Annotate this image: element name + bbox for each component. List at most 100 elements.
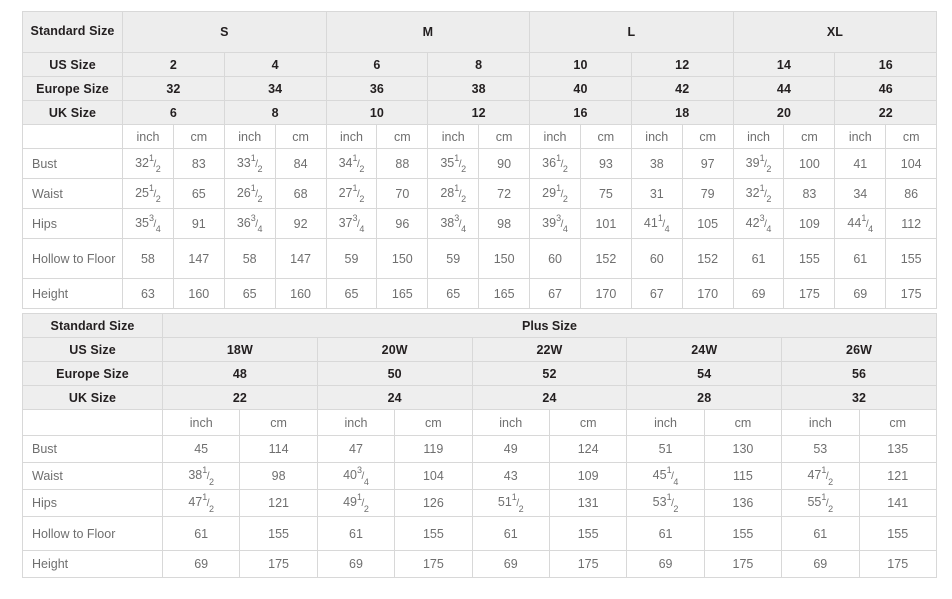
standard-measurement-value: 261/2	[223, 178, 276, 209]
standard-measurement-value: 61	[732, 238, 785, 279]
plus-row-label-us-size: US Size	[22, 337, 163, 362]
plus-measurement-value: 175	[703, 550, 783, 578]
plus-unit-header: cm	[858, 409, 937, 436]
plus-measurement-value: 119	[394, 435, 473, 463]
plus-measurement-row: Hips 471/2 121 491/2 126 511/2 131 531/2 136 551/…	[22, 489, 937, 517]
standard-measurement-value: 112	[885, 208, 938, 239]
standard-measurement-value: 251/2	[122, 178, 174, 209]
uk-size-value: 8	[223, 100, 327, 125]
standard-measurement-value: 152	[579, 238, 632, 279]
plus-measurement-value: 49	[471, 435, 550, 463]
plus-unit-header: cm	[703, 409, 783, 436]
plus-measurement-value: 175	[548, 550, 628, 578]
plus-measurement-value: 155	[548, 516, 628, 551]
plus-europe-size-value: 48	[162, 361, 318, 386]
standard-measurement-value: 83	[783, 178, 836, 209]
standard-measurement-row: Bust 321/2 83 331/2 84 341/2 88 351/2 90 361/2 93 3…	[22, 148, 938, 179]
standard-measurement-row: Hips 353/4 91 363/4 92 373/4 96 383/4 98 393/4 101…	[22, 208, 938, 239]
row-label-europe-size: Europe Size	[22, 76, 123, 101]
standard-measurement-row: Waist 251/2 65 261/2 68 271/2 70 281/2 72 291/2 75…	[22, 178, 938, 209]
plus-measurement-value: 51	[626, 435, 705, 463]
standard-measurement-value: 170	[681, 278, 734, 309]
standard-measurement-value: 83	[172, 148, 225, 179]
plus-measurement-label: Height	[22, 550, 163, 578]
plus-measurement-row: Waist 381/2 98 403/4 104 43 109 451/4 115 471/2 12…	[22, 462, 937, 490]
europe-size-value: 46	[834, 76, 938, 101]
plus-measurement-value: 175	[858, 550, 937, 578]
standard-measurement-value: 65	[223, 278, 276, 309]
standard-measurement-value: 391/2	[732, 148, 785, 179]
standard-measurement-value: 68	[274, 178, 327, 209]
us-size-value: 2	[122, 52, 225, 77]
uk-size-value: 6	[122, 100, 225, 125]
us-size-value: 4	[223, 52, 327, 77]
standard-measurement-value: 361/2	[529, 148, 581, 179]
standard-measurement-value: 93	[579, 148, 632, 179]
standard-measurement-label: Hollow to Floor	[22, 238, 123, 279]
us-size-row: US Size 2 4 6 8 10 12 14 16	[22, 52, 938, 77]
standard-size-group-row: Standard Size S M L XL	[22, 11, 938, 53]
standard-measurement-value: 331/2	[223, 148, 276, 179]
standard-measurement-value: 104	[885, 148, 938, 179]
standard-measurement-value: 38	[630, 148, 683, 179]
standard-measurement-label: Bust	[22, 148, 123, 179]
plus-measurement-value: 69	[626, 550, 705, 578]
standard-measurement-value: 341/2	[325, 148, 378, 179]
standard-measurement-value: 63	[122, 278, 174, 309]
plus-measurement-value: 45	[161, 435, 241, 463]
europe-size-value: 32	[122, 76, 225, 101]
standard-measurement-value: 65	[427, 278, 480, 309]
plus-us-size-value: 26W	[781, 337, 937, 362]
standard-measurement-value: 91	[172, 208, 225, 239]
europe-size-value: 42	[630, 76, 734, 101]
standard-measurement-value: 150	[478, 238, 531, 279]
plus-measurement-label: Hips	[22, 489, 163, 517]
standard-measurement-value: 160	[274, 278, 327, 309]
plus-measurement-value: 69	[471, 550, 550, 578]
plus-measurement-value: 155	[394, 516, 473, 551]
standard-measurement-value: 31	[630, 178, 683, 209]
standard-unit-header: cm	[376, 124, 429, 149]
plus-row-label-europe-size: Europe Size	[22, 361, 163, 386]
size-group-l: L	[529, 11, 734, 53]
standard-measurement-value: 61	[834, 238, 887, 279]
plus-us-size-value: 20W	[316, 337, 473, 362]
standard-measurement-value: 155	[885, 238, 938, 279]
plus-measurement-value: 130	[703, 435, 783, 463]
standard-unit-header: inch	[223, 124, 276, 149]
standard-measurement-value: 321/2	[732, 178, 785, 209]
plus-measurement-value: 491/2	[316, 489, 396, 517]
standard-unit-header: cm	[274, 124, 327, 149]
standard-measurement-value: 150	[376, 238, 429, 279]
size-group-m: M	[325, 11, 531, 53]
standard-unit-header: cm	[579, 124, 632, 149]
standard-measurement-value: 69	[732, 278, 785, 309]
standard-measurement-value: 98	[478, 208, 531, 239]
plus-measurement-value: 155	[239, 516, 318, 551]
plus-measurement-value: 121	[239, 489, 318, 517]
standard-measurement-value: 67	[630, 278, 683, 309]
plus-measurement-value: 471/2	[161, 489, 241, 517]
europe-size-value: 40	[529, 76, 632, 101]
plus-row-label-uk-size: UK Size	[22, 385, 163, 410]
standard-measurement-value: 100	[783, 148, 836, 179]
standard-measurement-value: 90	[478, 148, 531, 179]
plus-unit-header: inch	[781, 409, 860, 436]
us-size-value: 8	[427, 52, 531, 77]
europe-size-value: 34	[223, 76, 327, 101]
plus-unit-row: inch cm inch cm inch cm inch cm inch cm	[22, 409, 937, 436]
standard-measurement-value: 105	[681, 208, 734, 239]
plus-us-size-row: US Size 18W 20W 22W 24W 26W	[22, 337, 937, 362]
plus-measurement-value: 69	[781, 550, 860, 578]
standard-measurement-value: 383/4	[427, 208, 480, 239]
plus-europe-size-row: Europe Size 48 50 52 54 56	[22, 361, 937, 386]
plus-measurement-label: Hollow to Floor	[22, 516, 163, 551]
plus-unit-header: cm	[548, 409, 628, 436]
plus-unit-header: cm	[239, 409, 318, 436]
plus-measurement-value: 381/2	[161, 462, 241, 490]
plus-measurement-value: 61	[626, 516, 705, 551]
standard-measurement-value: 291/2	[529, 178, 581, 209]
standard-measurement-value: 393/4	[529, 208, 581, 239]
standard-size-table: Standard Size S M L XL US Size 2 4 6 8 1…	[22, 11, 938, 309]
us-size-value: 16	[834, 52, 938, 77]
